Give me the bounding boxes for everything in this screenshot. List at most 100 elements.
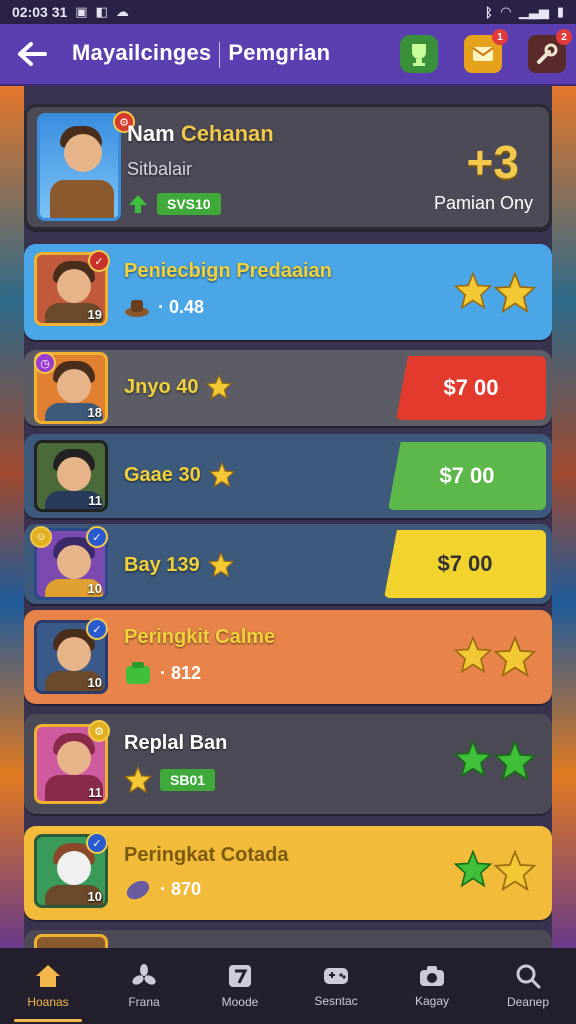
leaderboard-row[interactable]: 11 Gaae 30 $7 00 <box>24 434 552 518</box>
nav-item-frana[interactable]: Frana <box>96 948 192 1024</box>
trophy-icon <box>412 44 426 66</box>
row-level: 18 <box>87 405 102 420</box>
mail-button[interactable]: 1 <box>464 29 508 73</box>
row-level: 19 <box>87 307 102 322</box>
star-icon <box>454 740 492 778</box>
row-badge: ◷ <box>34 352 56 374</box>
row-title: Jnyo 40 <box>124 374 233 400</box>
row-level: 11 <box>88 493 102 508</box>
star-icon <box>454 272 492 310</box>
title-left: Mayailcinges <box>72 40 212 66</box>
hat-icon <box>125 300 149 317</box>
status-icon-cloud: ☁ <box>115 4 129 19</box>
profile-pill: SVS10 <box>157 193 221 215</box>
nav-label: Sesntac <box>314 994 358 1008</box>
row-badge: ✓ <box>86 832 108 854</box>
settings-button[interactable]: 2 <box>528 29 572 73</box>
search-icon <box>516 964 541 989</box>
row-badge: ✓ <box>86 618 108 640</box>
star-icon <box>494 272 536 314</box>
row-title-text: Gaae 30 <box>124 463 201 486</box>
leaderboard-row[interactable]: 18 ◷ Jnyo 40 $7 00 <box>24 350 552 426</box>
status-right: ᛒ ◠ ▁▃▅ ▮ <box>485 4 564 20</box>
row-title-text: Bay 139 <box>124 553 200 576</box>
title-right: Pemgrian <box>228 40 331 66</box>
profile-score-label: Pamian Ony <box>433 193 533 213</box>
fan-icon <box>132 964 156 985</box>
back-arrow-icon <box>18 42 47 66</box>
bottom-nav: Hoanas Frana Moode Sesntac Kagay Deanep <box>0 948 576 1024</box>
row-pill: SB01 <box>160 769 216 791</box>
row-title: Bay 139 <box>124 552 234 578</box>
nav-item-sesntac[interactable]: Sesntac <box>288 948 384 1024</box>
trophy-button[interactable] <box>400 35 438 73</box>
page-title: Mayailcinges Pemgrian <box>72 40 331 68</box>
price-button[interactable]: $7 00 <box>384 530 546 598</box>
nav-label: Deanep <box>506 995 550 1009</box>
nav-label: Frana <box>128 995 160 1009</box>
status-bar: 02:03 31 ▣ ◧ ☁ ᛒ ◠ ▁▃▅ ▮ <box>0 0 576 24</box>
star-icon <box>494 850 536 892</box>
leaderboard-row[interactable]: 10 ✓ Peringkit Calme · 812 <box>24 610 552 704</box>
star-icon <box>494 740 536 782</box>
row-badge: ✓ <box>86 526 108 548</box>
nav-item-kagay[interactable]: Kagay <box>384 948 480 1024</box>
row-meta-value: · 870 <box>160 878 202 899</box>
profile-card[interactable]: ⚙ Nam Cehanan Sitbalair SVS10 +3 Pamian … <box>24 104 552 230</box>
row-title: Replal Ban <box>124 732 228 754</box>
nav-label: Moode <box>221 995 259 1009</box>
mail-notification-badge: 1 <box>492 29 508 45</box>
star-icon <box>206 374 233 400</box>
row-title: Gaae 30 <box>124 462 235 488</box>
row-title-text: Jnyo 40 <box>124 375 199 398</box>
profile-name: Nam Cehanan <box>127 121 274 147</box>
nav-item-deanep[interactable]: Deanep <box>480 948 576 1024</box>
status-icon-box: ▣ <box>75 4 88 19</box>
profile-name-highlight: Cehanan <box>180 121 274 146</box>
back-button[interactable] <box>10 32 54 76</box>
leaderboard-row[interactable]: 19 ✓ Peniecbign Predaaian · 0.48 <box>24 244 552 340</box>
profile-name-prefix: Nam <box>127 121 175 146</box>
settings-alert-badge: 2 <box>556 29 572 45</box>
star-icon <box>124 766 152 794</box>
leaderboard-row[interactable]: 10 ☺ ✓ Bay 139 $7 00 <box>24 524 552 604</box>
price-button[interactable]: $7 00 <box>396 356 546 420</box>
row-meta: · 812 <box>124 660 201 686</box>
gem-icon <box>126 662 150 684</box>
row-avatar: 11 <box>34 440 108 512</box>
row-badge: ☺ <box>30 526 52 548</box>
nav-item-moode[interactable]: Moode <box>192 948 288 1024</box>
background-panel-right <box>552 86 576 948</box>
leaderboard-row[interactable]: 11 ⚙ Replal Ban SB01 <box>24 714 552 814</box>
star-icon <box>494 636 536 678</box>
profile-score: +3 <box>466 136 519 188</box>
nav-label: Hoanas <box>27 995 69 1009</box>
status-time: 02:03 31 <box>12 4 68 20</box>
profile-subtitle: Sitbalair <box>127 159 193 179</box>
camera-icon <box>420 966 444 986</box>
nav-item-home[interactable]: Hoanas <box>0 948 96 1024</box>
wifi-icon: ◠ <box>500 4 511 19</box>
star-icon <box>208 462 235 488</box>
row-meta: · 0.48 <box>124 296 204 318</box>
battery-icon: ▮ <box>556 4 564 19</box>
price-button[interactable]: $7 00 <box>388 442 546 510</box>
star-icon <box>454 850 492 888</box>
row-stars <box>454 636 536 678</box>
star-icon <box>454 636 492 674</box>
row-level: 10 <box>87 581 102 596</box>
leaderboard-row[interactable]: 10 ✓ Peringkat Cotada · 870 <box>24 826 552 920</box>
status-left: 02:03 31 ▣ ◧ ☁ <box>12 4 129 20</box>
arrow-up-icon <box>129 195 147 213</box>
mail-icon <box>472 47 494 61</box>
profile-meta: SVS10 <box>127 193 221 215</box>
background-panel-left <box>0 86 24 948</box>
row-meta: · 870 <box>124 876 201 902</box>
row-badge: ⚙ <box>88 720 110 742</box>
mode-icon <box>229 965 251 987</box>
signal-icon: ▁▃▅ <box>518 4 549 19</box>
wrench-icon <box>537 43 558 64</box>
status-icon-chip: ◧ <box>95 4 108 19</box>
bluetooth-icon: ᛒ <box>485 4 493 20</box>
row-meta-value: · 0.48 <box>158 296 205 317</box>
